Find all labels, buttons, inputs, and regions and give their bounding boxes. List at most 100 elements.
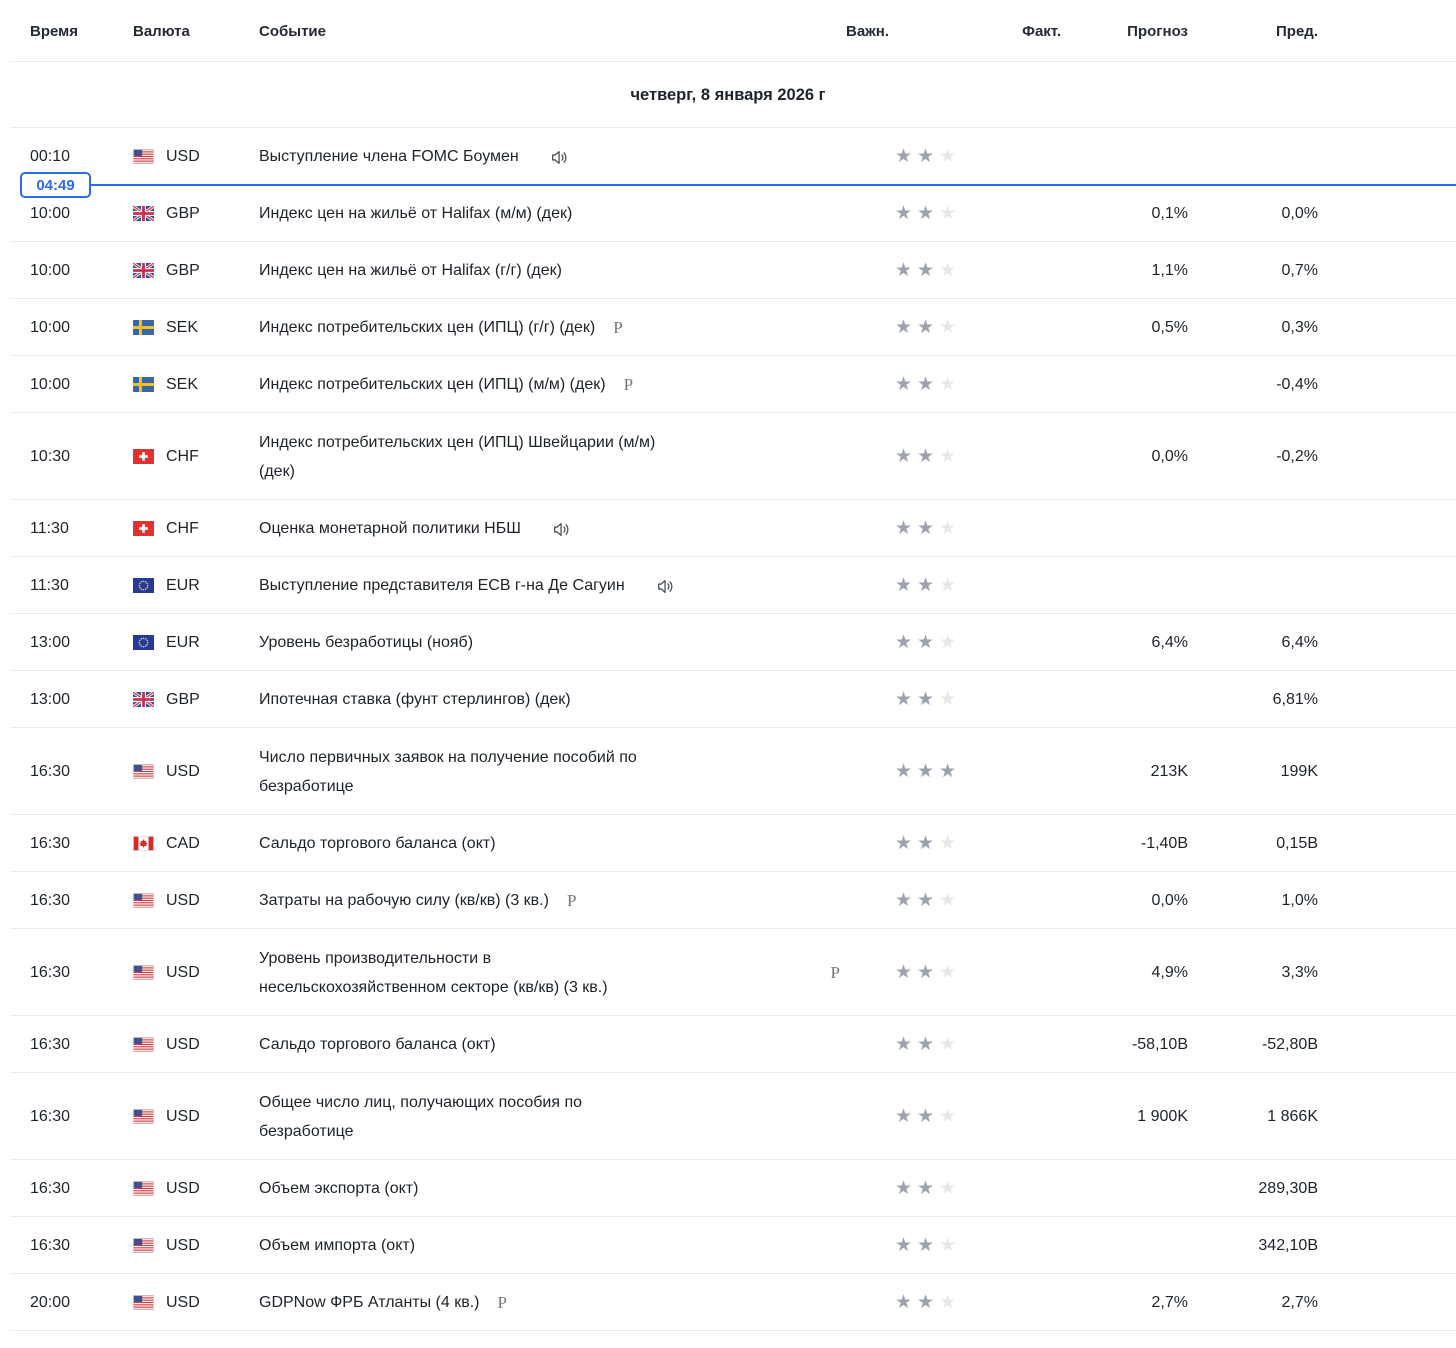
importance-stars: ★ ★ ★ (846, 576, 990, 595)
event-row[interactable]: 10:00 GBP Индекс цен на жильё от Halifax… (0, 242, 1456, 299)
importance-stars: ★ ★ ★ (846, 519, 990, 538)
currency-cell: CHF (120, 520, 250, 538)
event-cell: Индекс потребительских цен (ИПЦ) Швейцар… (250, 428, 846, 486)
importance-star-icon: ★ (917, 1034, 935, 1055)
event-row[interactable]: 16:30 USD Общее число лиц, получающих по… (0, 1073, 1456, 1160)
event-title[interactable]: Индекс потребительских цен (ИПЦ) Швейцар… (259, 428, 655, 486)
currency-cell: CAD (120, 835, 250, 853)
column-header-time[interactable]: Время (0, 23, 120, 40)
event-row[interactable]: 16:30 USD Объем экспорта (окт) ★ ★ ★ 289,3… (0, 1160, 1456, 1217)
event-row[interactable]: 00:10 USD Выступление члена FOMC Боумен … (0, 128, 1456, 185)
previous-value: 289,30B (1258, 1179, 1318, 1197)
event-title[interactable]: Уровень безработицы (нояб) (259, 628, 473, 657)
column-header-actual[interactable]: Факт. (990, 23, 1061, 40)
currency-cell: SEK (120, 319, 250, 337)
event-row[interactable]: 11:30 CHF Оценка монетарной политики НБШ… (0, 500, 1456, 557)
event-title[interactable]: Затраты на рабочую силу (кв/кв) (3 кв.) (259, 886, 549, 915)
importance-star-icon: ★ (895, 1235, 913, 1256)
previous-value: 6,81% (1272, 690, 1318, 708)
flag-us-icon (133, 1238, 154, 1253)
event-row[interactable]: 13:00 GBP Ипотечная ставка (фунт стерлин… (0, 671, 1456, 728)
importance-star-icon: ★ (895, 446, 913, 467)
event-cell: Оценка монетарной политики НБШ (250, 514, 846, 543)
flag-ch-icon (133, 449, 154, 464)
event-title[interactable]: Сальдо торгового баланса (окт) (259, 829, 496, 858)
event-title[interactable]: Ипотечная ставка (фунт стерлингов) (дек) (259, 685, 571, 714)
importance-star-icon: ★ (939, 446, 957, 467)
event-title[interactable]: Оценка монетарной политики НБШ (259, 514, 521, 543)
event-title[interactable]: Индекс потребительских цен (ИПЦ) (м/м) (… (259, 370, 606, 399)
importance-star-icon: ★ (895, 146, 913, 167)
importance-star-icon: ★ (895, 632, 913, 653)
event-time: 16:30 (30, 1107, 71, 1125)
flag-se-icon (133, 377, 154, 392)
event-row[interactable]: 16:30 USD Уровень производительности в н… (0, 929, 1456, 1016)
event-title[interactable]: Объем экспорта (окт) (259, 1174, 418, 1203)
event-time: 13:00 (30, 690, 71, 708)
event-title[interactable]: GDPNow ФРБ Атланты (4 кв.) (259, 1288, 480, 1317)
event-row[interactable]: 10:00 SEK Индекс потребительских цен (ИП… (0, 299, 1456, 356)
event-row[interactable]: 16:30 USD Число первичных заявок на полу… (0, 728, 1456, 815)
event-cell: Уровень безработицы (нояб) (250, 628, 846, 657)
event-time: 00:10 (30, 147, 71, 165)
importance-star-icon: ★ (939, 1292, 957, 1313)
forecast-value: 0,1% (1151, 204, 1188, 222)
column-header-currency[interactable]: Валюта (120, 23, 250, 40)
currency-code: USD (166, 1179, 200, 1197)
event-row[interactable]: 13:00 EUR Уровень безработицы (нояб) ★ ★ ★… (0, 614, 1456, 671)
currency-code: EUR (166, 576, 200, 594)
column-header-previous[interactable]: Пред. (1188, 23, 1318, 40)
column-header-importance[interactable]: Важн. (846, 23, 990, 40)
event-cell: Сальдо торгового баланса (окт) (250, 829, 846, 858)
importance-star-icon: ★ (895, 374, 913, 395)
event-title[interactable]: Уровень производительности в несельскохо… (259, 944, 608, 1002)
forecast-value: 0,0% (1151, 891, 1188, 909)
flag-eu-icon (133, 635, 154, 650)
event-cell: Индекс цен на жильё от Halifax (м/м) (де… (250, 199, 846, 228)
importance-star-icon: ★ (917, 890, 935, 911)
importance-stars: ★ ★ ★ (846, 318, 990, 337)
previous-value: 0,15B (1276, 834, 1318, 852)
event-row[interactable]: 10:00 GBP Индекс цен на жильё от Halifax… (0, 185, 1456, 242)
forecast-value: 0,5% (1151, 318, 1188, 336)
event-title[interactable]: Индекс потребительских цен (ИПЦ) (г/г) (… (259, 313, 595, 342)
event-title[interactable]: Общее число лиц, получающих пособия по б… (259, 1088, 582, 1146)
importance-stars: ★ ★ ★ (846, 1179, 990, 1198)
importance-star-icon: ★ (895, 1034, 913, 1055)
event-row[interactable]: 16:30 USD Сальдо торгового баланса (окт)… (0, 1016, 1456, 1073)
currency-cell: EUR (120, 577, 250, 595)
event-title[interactable]: Индекс цен на жильё от Halifax (г/г) (де… (259, 256, 562, 285)
column-header-event[interactable]: Событие (250, 23, 846, 40)
event-row[interactable]: 16:30 USD Затраты на рабочую силу (кв/кв… (0, 872, 1456, 929)
event-row[interactable]: 11:30 EUR Выступление представителя ECB … (0, 557, 1456, 614)
event-title[interactable]: Сальдо торгового баланса (окт) (259, 1030, 496, 1059)
event-title[interactable]: Выступление члена FOMC Боумен (259, 142, 519, 171)
importance-stars: ★ ★ ★ (846, 1035, 990, 1054)
currency-code: USD (166, 1236, 200, 1254)
currency-code: USD (166, 1035, 200, 1053)
event-time: 16:30 (30, 891, 71, 909)
event-row[interactable]: 10:30 CHF Индекс потребительских цен (ИП… (0, 413, 1456, 500)
importance-stars: ★ ★ ★ (846, 447, 990, 466)
previous-value: 199K (1280, 762, 1318, 780)
importance-star-icon: ★ (917, 761, 935, 782)
event-title[interactable]: Выступление представителя ECB г-на Де Са… (259, 571, 625, 600)
table-header: Время Валюта Событие Важн. Факт. Прогноз… (0, 0, 1456, 62)
importance-star-icon: ★ (895, 203, 913, 224)
event-row[interactable]: 16:30 USD Объем импорта (окт) ★ ★ ★ 342,10… (0, 1217, 1456, 1274)
importance-star-icon: ★ (895, 890, 913, 911)
event-row[interactable]: 10:00 SEK Индекс потребительских цен (ИП… (0, 356, 1456, 413)
event-title[interactable]: Число первичных заявок на получение посо… (259, 743, 637, 801)
event-row[interactable]: 16:30 CAD Сальдо торгового баланса (окт)… (0, 815, 1456, 872)
event-title[interactable]: Индекс цен на жильё от Halifax (м/м) (де… (259, 199, 572, 228)
event-time: 10:00 (30, 318, 71, 336)
importance-star-icon: ★ (939, 1106, 957, 1127)
event-row[interactable]: 20:00 USD GDPNow ФРБ Атланты (4 кв.) P ★… (0, 1274, 1456, 1331)
importance-star-icon: ★ (939, 260, 957, 281)
economic-calendar-table: Время Валюта Событие Важн. Факт. Прогноз… (0, 0, 1456, 1331)
event-cell: Выступление члена FOMC Боумен (250, 142, 846, 171)
event-cell: Общее число лиц, получающих пособия по б… (250, 1088, 846, 1146)
column-header-forecast[interactable]: Прогноз (1061, 23, 1188, 40)
event-title[interactable]: Объем импорта (окт) (259, 1231, 415, 1260)
importance-star-icon: ★ (939, 518, 957, 539)
